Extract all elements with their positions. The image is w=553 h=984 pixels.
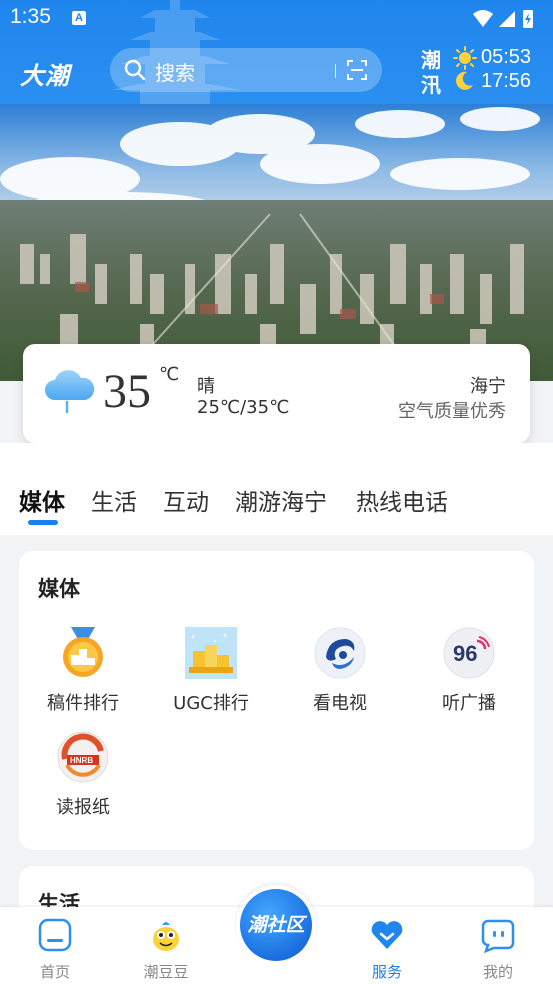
tide-widget[interactable]: 潮 汛 05:53 17:56 [421,44,546,97]
heart-service-icon [371,921,403,949]
nav-label: 首页 [39,963,70,981]
system-status-icons [473,10,533,28]
city-banner-image[interactable] [0,104,553,381]
search-divider [335,64,336,78]
mascot-icon [153,922,179,951]
app-header: 1:35 A 大潮 搜索 潮 汛 05:53 17:56 [0,0,553,104]
media-item-label: UGC排行 [173,693,249,714]
scan-icon[interactable] [346,59,368,81]
tab-hotline[interactable]: 热线电话 [356,483,448,517]
tide-label-bottom: 汛 [421,73,441,97]
tide-high-time: 05:53 [481,46,532,68]
nav-label: 服务 [371,963,402,981]
nav-label: 我的 [482,963,513,981]
media-item-ugc-ranking[interactable]: UGC排行 [156,627,266,715]
weather-card[interactable]: 35 ℃ 晴 25℃/35℃ 海宁 空气质量优秀 [23,344,530,443]
community-button[interactable]: 潮社区 [236,885,316,965]
air-quality: 空气质量优秀 [398,401,506,422]
cloud-rain-icon [45,370,95,414]
media-item-manuscript-ranking[interactable]: 稿件排行 [28,627,138,715]
status-bar: 1:35 A [0,0,553,38]
media-item-label: 读报纸 [56,797,110,818]
status-time: 1:35 [10,5,51,28]
media-item-read-newspaper[interactable]: HNRB 读报纸 [28,731,138,819]
svg-text:96: 96 [453,641,477,666]
home-icon [38,918,72,952]
wifi-icon [473,10,493,27]
medal-icon [63,627,103,677]
media-section-title: 媒体 [38,577,80,601]
search-bar[interactable]: 搜索 [110,48,382,92]
nav-label: 潮豆豆 [143,963,189,981]
media-item-listen-radio[interactable]: 96 听广播 [414,627,524,715]
podium-icon [185,627,237,679]
newspaper-hnrb-icon: HNRB [57,731,109,783]
app-logo[interactable]: 大潮 [20,56,70,91]
tide-low-time: 17:56 [481,70,532,92]
notification-icon: A [72,11,86,25]
tab-media[interactable]: 媒体 [19,483,65,517]
weather-range: 25℃/35℃ [197,397,290,418]
media-section-card: 媒体 稿件排行 UGC排行 看电视 96 听广播 HNRB 读报纸 [19,551,534,850]
media-item-label: 听广播 [442,693,496,714]
radio-96-icon: 96 [443,627,495,679]
sun-icon [453,46,477,70]
tab-life[interactable]: 生活 [91,483,137,517]
nav-chaodoudou[interactable]: 潮豆豆 [126,917,206,982]
search-placeholder[interactable]: 搜索 [155,57,195,86]
weather-unit: ℃ [159,364,180,385]
search-icon [124,59,146,81]
signal-icon [499,11,515,27]
tab-tour-haining[interactable]: 潮游海宁 [235,483,327,517]
tab-active-indicator [28,520,58,525]
media-item-watch-tv[interactable]: 看电视 [285,627,395,715]
media-item-label: 看电视 [313,693,367,714]
nav-home[interactable]: 首页 [15,917,95,982]
tv-logo-icon [314,627,366,679]
weather-condition: 晴 [197,376,215,397]
moon-icon [456,71,473,90]
tab-interaction[interactable]: 互动 [163,483,209,517]
svg-text:HNRB: HNRB [70,756,93,765]
profile-icon [481,919,515,954]
nav-profile[interactable]: 我的 [458,917,538,982]
category-tabs: 媒体 生活 互动 潮游海宁 热线电话 [0,443,553,535]
weather-temperature: 35 [103,365,151,418]
community-button-label: 潮社区 [240,889,312,961]
nav-service[interactable]: 服务 [347,917,427,982]
weather-city: 海宁 [470,376,506,397]
media-item-label: 稿件排行 [47,693,119,714]
